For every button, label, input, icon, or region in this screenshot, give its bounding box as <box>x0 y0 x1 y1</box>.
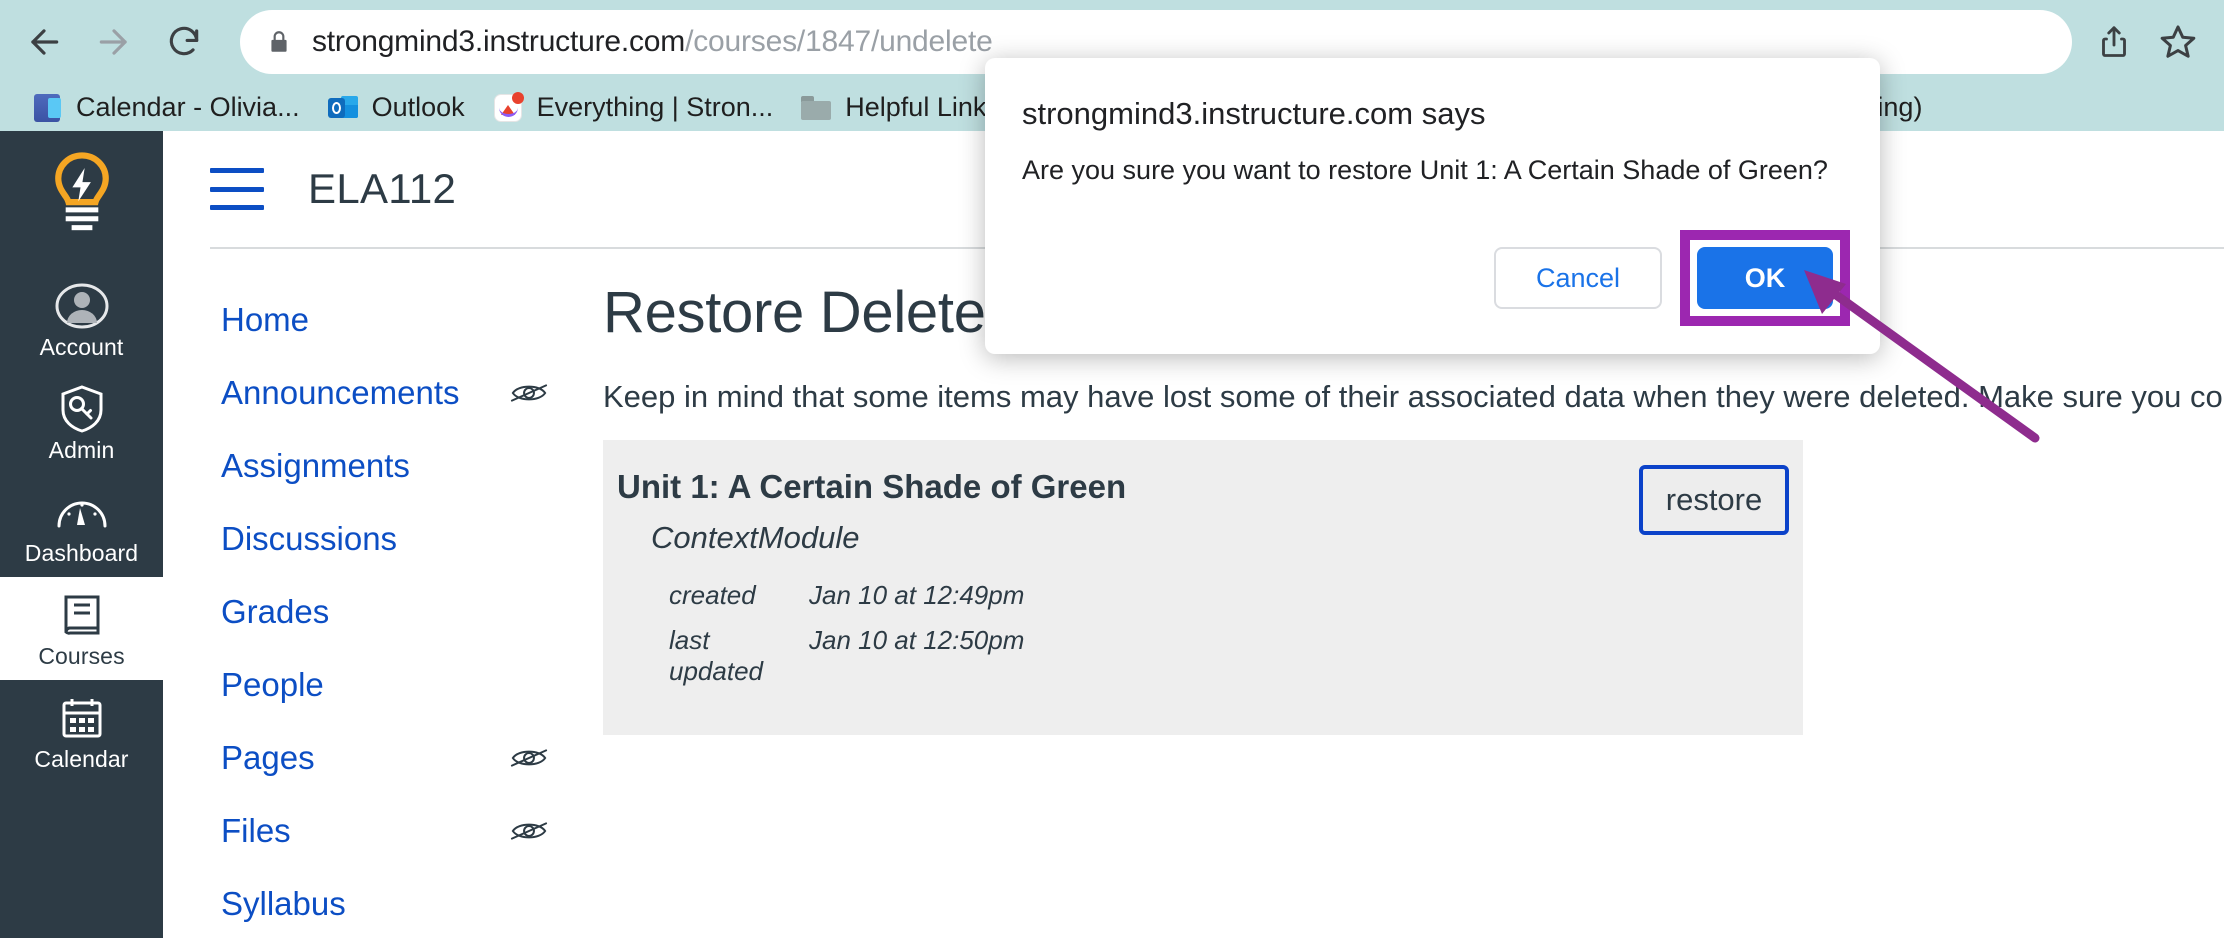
ok-button[interactable]: OK <box>1697 247 1833 309</box>
cancel-button[interactable]: Cancel <box>1493 247 1662 309</box>
share-icon <box>2102 26 2126 57</box>
course-nav-label: Pages <box>221 738 315 776</box>
course-nav-label: Announcements <box>221 373 460 411</box>
course-nav-label: People <box>221 665 324 703</box>
canvas-lightbulb-logo[interactable] <box>43 151 121 242</box>
teams-calendar-icon <box>32 93 62 123</box>
javascript-confirm-dialog: strongmind3.instructure.com says Are you… <box>985 58 1880 354</box>
bookmark-label: Helpful Links <box>845 92 1000 122</box>
sidebar-item-label: Courses <box>38 643 125 669</box>
gauge-icon <box>55 486 109 538</box>
sidebar-item-label: Calendar <box>34 746 129 772</box>
bookmark-label: Outlook <box>371 92 465 122</box>
restore-item-type: ContextModule <box>651 519 860 555</box>
star-icon <box>2160 25 2196 58</box>
course-nav-label: Assignments <box>221 446 410 484</box>
course-nav-item-grades[interactable]: Grades <box>163 575 603 648</box>
url-host: strongmind3.instructure.com <box>312 25 686 58</box>
arrow-right-icon <box>99 29 127 55</box>
restore-item-card: Unit 1: A Certain Shade of Green Context… <box>603 439 1803 735</box>
created-value: Jan 10 at 12:49pm <box>809 579 1025 610</box>
course-nav-item-discussions[interactable]: Discussions <box>163 502 603 575</box>
course-nav-label: Grades <box>221 592 330 630</box>
bookmark-star-button[interactable] <box>2146 10 2210 74</box>
created-label: created <box>669 579 756 610</box>
sidebar-item-label: Admin <box>48 437 115 463</box>
sidebar-item-account[interactable]: Account <box>0 268 163 371</box>
calendar-icon <box>59 692 105 744</box>
course-nav-item-files[interactable]: Files <box>163 794 603 867</box>
sidebar-item-label: Dashboard <box>24 540 139 566</box>
sidebar-item-calendar[interactable]: Calendar <box>0 680 163 783</box>
arrow-left-icon <box>31 29 59 55</box>
bookmark-item-helpful-links[interactable]: Helpful Links <box>787 87 1014 129</box>
course-nav-item-home[interactable]: Home <box>163 283 603 356</box>
sidebar-item-courses[interactable]: Courses <box>0 577 163 680</box>
metadata-row-updated: last updated Jan 10 at 12:50pm <box>669 625 1803 687</box>
lock-icon <box>266 29 292 55</box>
user-avatar-icon <box>54 280 110 332</box>
course-nav-label: Files <box>221 811 291 849</box>
bookmark-label: Calendar - Olivia... <box>76 92 300 122</box>
bookmark-label: Everything | Stron... <box>536 92 774 122</box>
page-description: Keep in mind that some items may have lo… <box>603 379 2223 414</box>
course-nav-item-people[interactable]: People <box>163 648 603 721</box>
folder-icon <box>801 93 832 123</box>
course-navigation: Home Announcements Assignments Discussio… <box>163 249 603 938</box>
last-updated-value: Jan 10 at 12:50pm <box>809 624 1025 655</box>
back-button[interactable] <box>12 10 76 74</box>
shield-key-icon <box>57 383 107 435</box>
eye-slash-icon <box>510 744 548 772</box>
restore-item-metadata: created Jan 10 at 12:49pm last updated J… <box>603 580 1803 687</box>
course-nav-item-assignments[interactable]: Assignments <box>163 429 603 502</box>
ok-button-highlight: OK <box>1680 230 1850 326</box>
reload-button[interactable] <box>152 10 216 74</box>
outlook-icon <box>327 93 358 123</box>
dialog-title: strongmind3.instructure.com says <box>1022 96 1486 131</box>
eye-slash-icon <box>510 817 548 845</box>
restore-items-list: Unit 1: A Certain Shade of Green Context… <box>603 439 1803 735</box>
course-nav-item-pages[interactable]: Pages <box>163 721 603 794</box>
metadata-row-created: created Jan 10 at 12:49pm <box>669 580 1803 611</box>
course-nav-label: Discussions <box>221 519 398 557</box>
eye-slash-icon <box>510 379 548 407</box>
last-updated-label: last updated <box>669 624 763 686</box>
sidebar-item-label: Account <box>39 334 124 360</box>
dialog-button-row: Cancel OK <box>1493 230 1850 326</box>
canvas-icon <box>493 91 524 123</box>
reload-icon <box>169 26 199 56</box>
bookmark-item-calendar[interactable]: Calendar - Olivia... <box>18 87 314 129</box>
course-nav-item-syllabus[interactable]: Syllabus <box>163 867 603 938</box>
course-nav-label: Syllabus <box>221 884 346 922</box>
bookmark-item-everything[interactable]: Everything | Stron... <box>479 87 788 129</box>
url-path: /courses/1847/undelete <box>685 25 993 58</box>
sidebar-item-admin[interactable]: Admin <box>0 371 163 474</box>
restore-item-title: Unit 1: A Certain Shade of Green <box>617 467 1127 505</box>
restore-button[interactable]: restore <box>1639 464 1789 535</box>
course-nav-item-announcements[interactable]: Announcements <box>163 356 603 429</box>
hamburger-menu-icon[interactable] <box>210 168 264 210</box>
page-breadcrumb-course[interactable]: ELA112 <box>308 165 456 213</box>
forward-button[interactable] <box>82 10 146 74</box>
url-text: strongmind3.instructure.com/courses/1847… <box>312 25 993 59</box>
sidebar-item-dashboard[interactable]: Dashboard <box>0 474 163 577</box>
dialog-message: Are you sure you want to restore Unit 1:… <box>1022 155 1828 185</box>
global-navigation-sidebar: Account Admin Dashboard Courses Calendar <box>0 131 163 938</box>
course-nav-label: Home <box>221 300 310 338</box>
book-icon <box>59 589 105 641</box>
share-button[interactable] <box>2082 10 2146 74</box>
bookmark-item-outlook[interactable]: Outlook <box>314 87 479 129</box>
